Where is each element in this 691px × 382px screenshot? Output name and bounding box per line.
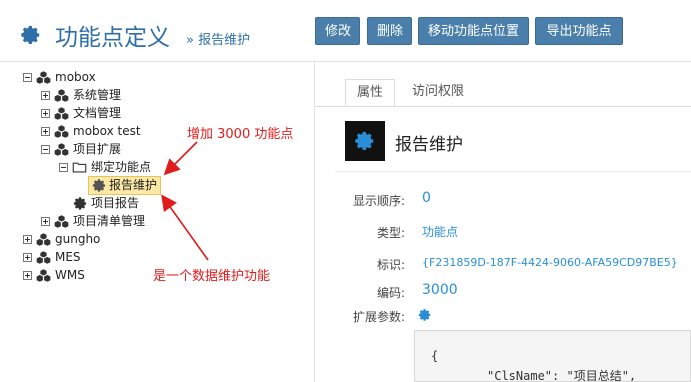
collapse-toggle-icon[interactable] [59, 163, 68, 172]
detail-title: 报告维护 [395, 135, 463, 155]
collapse-toggle-icon[interactable] [23, 73, 32, 82]
breadcrumb: » 报告维护 [186, 33, 251, 48]
gear-icon [20, 24, 42, 46]
tree-node-project-report[interactable]: 项目报告 [73, 195, 173, 212]
cubes-icon [54, 124, 69, 139]
expand-toggle-icon[interactable] [23, 235, 32, 244]
tree-label: 项目扩展 [73, 142, 122, 156]
tree-node-wms[interactable]: WMS [23, 267, 123, 284]
tab-bar-line [315, 106, 691, 107]
tree-label: 项目清单管理 [73, 214, 146, 228]
tree-node-bind-functions[interactable]: 绑定功能点 [59, 159, 179, 176]
page-title: 功能点定义 [55, 25, 170, 51]
panel-divider [314, 62, 315, 382]
function-icon [345, 121, 385, 161]
tree-node-document[interactable]: 文档管理 [41, 105, 161, 122]
tree-label: 系统管理 [73, 88, 122, 102]
tree-node-project-list[interactable]: 项目清单管理 [41, 213, 181, 230]
expand-toggle-icon[interactable] [41, 127, 50, 136]
page-header: 功能点定义 » 报告维护 修改 删除 移动功能点位置 导出功能点 [0, 0, 691, 62]
tree-node-report-maintenance[interactable]: 报告维护 [88, 176, 168, 195]
tree-label: mobox [55, 70, 96, 84]
gear-icon [73, 196, 88, 211]
id-label: 标识: [376, 258, 405, 272]
code-line-2: "ClsName": "项目总结", [487, 369, 637, 382]
cubes-icon [54, 142, 69, 157]
gear-icon [92, 178, 107, 193]
id-value: {F231859D-187F-4424-9060-AFA59CD97BE5} [422, 256, 678, 269]
tree-node-mes[interactable]: MES [23, 249, 123, 266]
function-tree: mobox 系统管理 文档管理 mobox test 项目扩展 绑定功能点 报告… [0, 62, 314, 382]
folder-icon [72, 160, 87, 175]
settings-icon[interactable] [418, 308, 432, 322]
code-value: 3000 [422, 282, 458, 298]
tree-label: WMS [55, 268, 85, 282]
code-label: 编码: [376, 286, 405, 300]
tree-label: 绑定功能点 [91, 160, 152, 174]
annotation-add: 增加 3000 功能点 [187, 127, 294, 142]
code-line-1: { [431, 349, 439, 363]
annotation-data: 是一个数据维护功能 [153, 269, 271, 284]
tree-label: MES [55, 250, 81, 264]
detail-separator [335, 171, 691, 172]
export-function-button[interactable]: 导出功能点 [535, 17, 623, 45]
edit-button[interactable]: 修改 [315, 17, 360, 45]
cubes-icon [54, 214, 69, 229]
tree-label: 文档管理 [73, 106, 122, 120]
expand-toggle-icon[interactable] [41, 217, 50, 226]
expand-toggle-icon[interactable] [23, 253, 32, 262]
tree-label: 项目报告 [91, 196, 140, 210]
ext-params-label: 扩展参数: [352, 310, 405, 324]
cubes-icon [36, 250, 51, 265]
tree-label: mobox test [73, 124, 141, 138]
delete-button[interactable]: 删除 [367, 17, 412, 45]
tab-access[interactable]: 访问权限 [412, 79, 464, 107]
order-label: 显示顺序: [352, 194, 405, 208]
tree-node-system[interactable]: 系统管理 [41, 87, 161, 104]
tree-node-mobox-test[interactable]: mobox test [41, 123, 161, 140]
tree-node-project-ext[interactable]: 项目扩展 [41, 141, 161, 158]
cubes-icon [36, 70, 51, 85]
cubes-icon [54, 106, 69, 121]
gear-icon [354, 130, 376, 152]
tree-node-mobox[interactable]: mobox [23, 69, 143, 86]
type-label: 类型: [376, 226, 405, 240]
expand-toggle-icon[interactable] [23, 271, 32, 280]
move-function-button[interactable]: 移动功能点位置 [418, 17, 529, 45]
type-value: 功能点 [422, 225, 459, 239]
collapse-toggle-icon[interactable] [41, 145, 50, 154]
expand-toggle-icon[interactable] [41, 109, 50, 118]
tab-properties[interactable]: 属性 [345, 79, 395, 107]
cubes-icon [36, 232, 51, 247]
order-value: 0 [422, 190, 431, 206]
expand-toggle-icon[interactable] [41, 91, 50, 100]
tree-label: gungho [55, 232, 101, 246]
cubes-icon [36, 268, 51, 283]
ext-params-code: { "ClsName": "项目总结", [414, 330, 691, 382]
tree-node-gungho[interactable]: gungho [23, 231, 123, 248]
cubes-icon [54, 88, 69, 103]
